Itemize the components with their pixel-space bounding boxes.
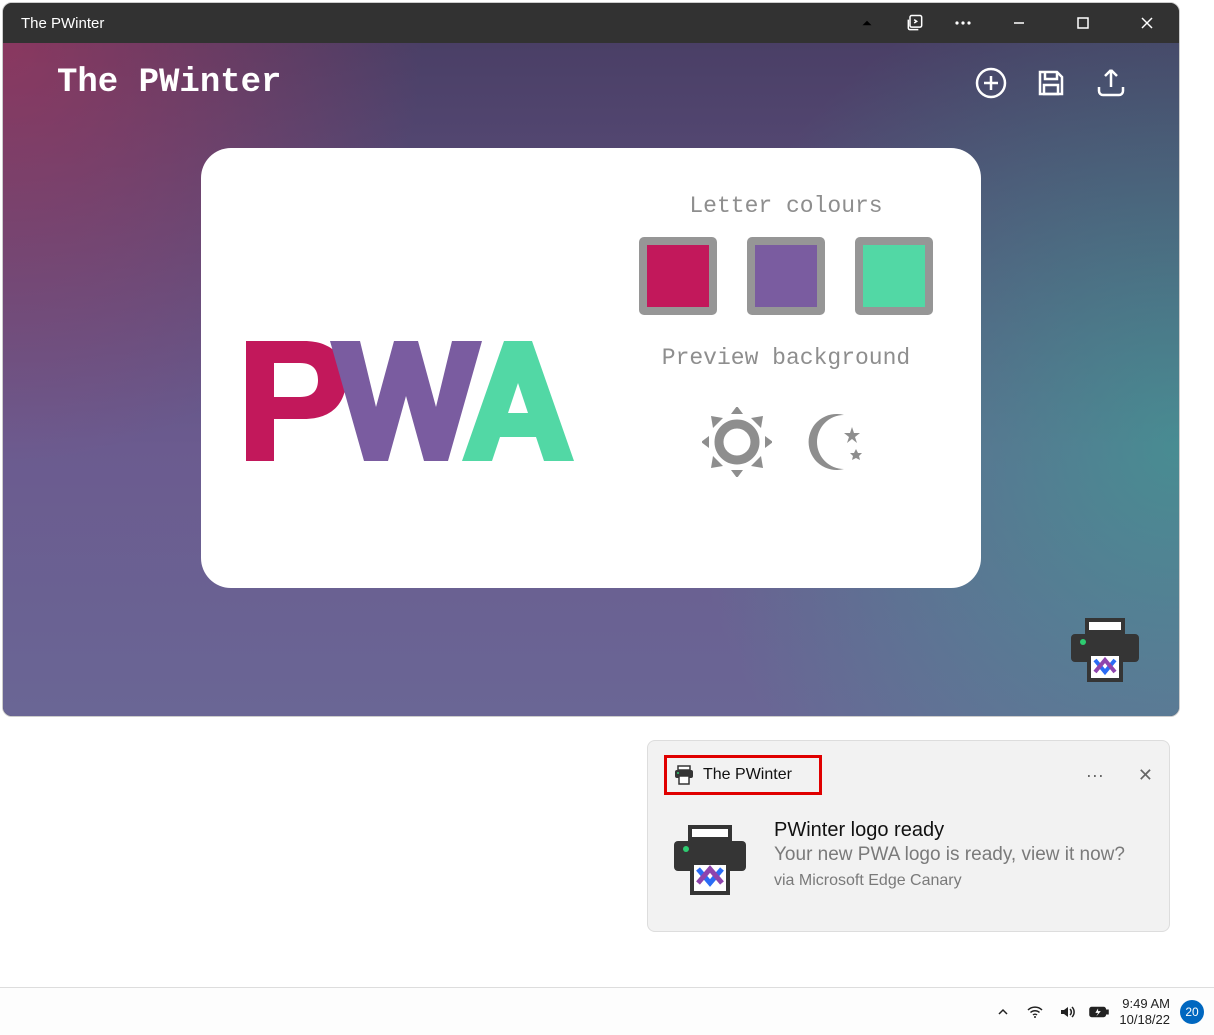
- date-text: 10/18/22: [1119, 1012, 1170, 1028]
- colour-swatches: [639, 237, 933, 315]
- tray-chevron-up-icon[interactable]: [993, 1002, 1013, 1022]
- taskbar[interactable]: 9:49 AM 10/18/22 20: [0, 987, 1214, 1035]
- more-icon[interactable]: [939, 3, 987, 43]
- wifi-icon[interactable]: [1025, 1002, 1045, 1022]
- controls-column: Letter colours Preview background: [611, 193, 961, 568]
- letter-colours-label: Letter colours: [689, 193, 882, 219]
- printer-small-icon: [673, 764, 695, 786]
- swatch-w[interactable]: [747, 237, 825, 315]
- app-actions: [973, 65, 1149, 101]
- swatch-p[interactable]: [639, 237, 717, 315]
- notification-toast[interactable]: The PWinter ··· ✕ PWinter logo ready You…: [647, 740, 1170, 932]
- sun-icon[interactable]: [702, 407, 772, 477]
- app-body: The PWinter: [3, 43, 1179, 716]
- titlebar-controls: [843, 3, 1179, 43]
- notification-close-button[interactable]: ✕: [1138, 765, 1153, 786]
- save-button[interactable]: [1033, 65, 1069, 101]
- maximize-button[interactable]: [1051, 3, 1115, 43]
- notification-subtitle: Your new PWA logo is ready, view it now?: [774, 844, 1153, 866]
- minimize-button[interactable]: [987, 3, 1051, 43]
- logo-preview: [246, 193, 611, 568]
- notification-text: PWinter logo ready Your new PWA logo is …: [774, 819, 1153, 899]
- titlebar[interactable]: The PWinter: [3, 3, 1179, 43]
- editor-card: Letter colours Preview background: [201, 148, 981, 588]
- preview-background-label: Preview background: [662, 345, 910, 371]
- tray-icons: [993, 1002, 1109, 1022]
- devtools-icon[interactable]: [891, 3, 939, 43]
- chevron-up-icon[interactable]: [843, 3, 891, 43]
- notification-body: PWinter logo ready Your new PWA logo is …: [664, 819, 1153, 899]
- app-header: The PWinter: [33, 53, 1149, 113]
- notification-title: PWinter logo ready: [774, 819, 1153, 842]
- app-window: The PWinter: [2, 2, 1180, 717]
- time-text: 9:49 AM: [1119, 996, 1170, 1012]
- notification-controls: ··· ✕: [1086, 765, 1153, 786]
- add-button[interactable]: [973, 65, 1009, 101]
- battery-icon[interactable]: [1089, 1002, 1109, 1022]
- swatch-a[interactable]: [855, 237, 933, 315]
- background-toggles: [702, 407, 870, 477]
- notification-app-badge: The PWinter: [664, 755, 822, 795]
- clock[interactable]: 9:49 AM 10/18/22: [1119, 996, 1170, 1027]
- notification-count-badge[interactable]: 20: [1180, 1000, 1204, 1024]
- app-title: The PWinter: [57, 64, 281, 102]
- notification-via: via Microsoft Edge Canary: [774, 872, 1153, 890]
- window-title: The PWinter: [21, 15, 104, 32]
- notification-app-name: The PWinter: [703, 766, 792, 784]
- notification-large-icon: [670, 819, 750, 899]
- moon-icon[interactable]: [800, 407, 870, 477]
- volume-icon[interactable]: [1057, 1002, 1077, 1022]
- close-button[interactable]: [1115, 3, 1179, 43]
- notification-more-button[interactable]: ···: [1086, 765, 1104, 786]
- share-button[interactable]: [1093, 65, 1129, 101]
- printer-icon[interactable]: [1069, 614, 1141, 686]
